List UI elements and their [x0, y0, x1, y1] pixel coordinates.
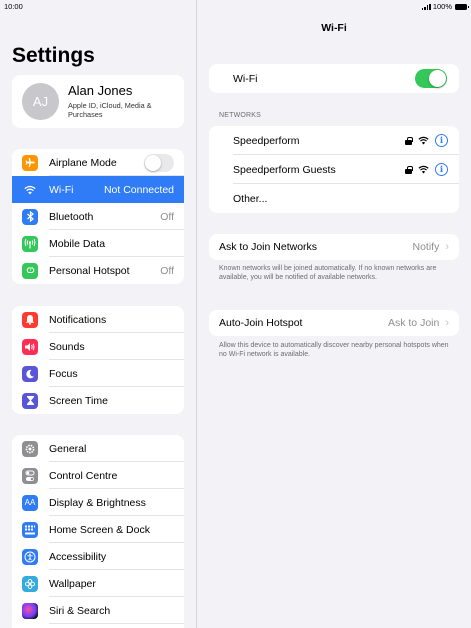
sidebar-item-focus[interactable]: Focus [12, 360, 184, 387]
sidebar-item-label: General [49, 442, 87, 455]
text-size-icon: AA [22, 494, 38, 511]
auto-join-group: Auto-Join Hotspot Ask to Join › [209, 310, 459, 336]
switches-icon [22, 467, 38, 484]
sidebar-item-wallpaper[interactable]: Wallpaper [12, 570, 184, 597]
signal-icon [421, 3, 431, 10]
sidebar-item-label: Siri & Search [49, 604, 111, 617]
sidebar-item-label: Home Screen & Dock [49, 523, 150, 536]
profile-subtitle: Apple ID, iCloud, Media & Purchases [68, 101, 152, 119]
sidebar-item-airplane-mode[interactable]: Airplane Mode [12, 149, 184, 176]
wifi-toggle[interactable] [415, 69, 447, 88]
chevron-right-icon: › [445, 317, 449, 329]
sidebar-item-label: Personal Hotspot [49, 264, 130, 277]
network-name: Speedperform Guests [233, 163, 336, 176]
ask-to-join-note: Known networks will be joined automatica… [219, 265, 437, 281]
sidebar-item-screen-time[interactable]: Screen Time [12, 387, 184, 414]
info-icon[interactable]: i [435, 163, 448, 176]
connectivity-group: Airplane Mode Wi-Fi Not Connected Blueto… [12, 149, 184, 284]
hotspot-icon [22, 262, 38, 279]
wifi-signal-icon [418, 165, 429, 174]
other-network-label: Other... [233, 192, 268, 205]
accessibility-icon [22, 548, 38, 565]
battery-icon [455, 3, 469, 10]
sidebar-item-label: Sounds [49, 340, 85, 353]
wifi-toggle-group: Wi-Fi [209, 64, 459, 93]
lock-icon [405, 165, 413, 174]
networks-list: Speedperform i Speedperform Guests i Oth… [209, 126, 459, 213]
detail-title: Wi-Fi [321, 22, 347, 34]
bluetooth-value: Off [160, 210, 174, 223]
sidebar-item-label: Accessibility [49, 550, 107, 563]
ask-to-join-value: Notify [412, 241, 440, 253]
network-row[interactable]: Speedperform Guests i [209, 155, 459, 184]
wifi-icon [22, 182, 38, 198]
sidebar-item-home-screen-dock[interactable]: Home Screen & Dock [12, 516, 184, 543]
status-right: 100% [421, 2, 469, 11]
sidebar-item-label: Focus [49, 367, 78, 380]
sidebar-item-label: Wallpaper [49, 577, 96, 590]
settings-title: Settings [12, 44, 95, 67]
auto-join-note: Allow this device to automatically disco… [219, 342, 449, 358]
sidebar-item-label: Wi-Fi [49, 183, 74, 196]
sidebar-item-wifi[interactable]: Wi-Fi Not Connected [12, 176, 184, 203]
auto-join-row[interactable]: Auto-Join Hotspot Ask to Join › [209, 310, 459, 336]
speaker-icon [22, 338, 38, 355]
other-network-row[interactable]: Other... [209, 184, 459, 213]
chevron-right-icon: › [445, 241, 449, 253]
sidebar-item-display-brightness[interactable]: AA Display & Brightness [12, 489, 184, 516]
sidebar-item-bluetooth[interactable]: Bluetooth Off [12, 203, 184, 230]
antenna-icon [22, 235, 38, 252]
general-group: General Control Centre AA Display & Brig… [12, 435, 184, 628]
sidebar-item-label: Control Centre [49, 469, 118, 482]
sidebar-item-label: Display & Brightness [49, 496, 146, 509]
lock-icon [405, 136, 413, 145]
sidebar-item-control-centre[interactable]: Control Centre [12, 462, 184, 489]
apple-id-profile[interactable]: AJ Alan Jones Apple ID, iCloud, Media & … [12, 75, 184, 128]
gear-icon [22, 440, 38, 457]
sidebar-item-mobile-data[interactable]: Mobile Data [12, 230, 184, 257]
wifi-toggle-row: Wi-Fi [209, 64, 459, 93]
airplane-icon [22, 154, 38, 171]
sidebar-item-general[interactable]: General [12, 435, 184, 462]
battery-percent: 100% [432, 2, 452, 11]
wifi-signal-icon [418, 136, 429, 145]
flower-icon [22, 575, 38, 592]
network-status-icons: i [405, 163, 448, 176]
sidebar-item-label: Bluetooth [49, 210, 94, 223]
moon-icon [22, 365, 38, 382]
profile-name: Alan Jones [68, 83, 133, 98]
ask-to-join-label: Ask to Join Networks [219, 241, 318, 253]
column-divider [196, 0, 197, 628]
networks-header: NETWORKS [219, 112, 262, 119]
sidebar-item-personal-hotspot[interactable]: Personal Hotspot Off [12, 257, 184, 284]
network-row[interactable]: Speedperform i [209, 126, 459, 155]
sidebar-item-notifications[interactable]: Notifications [12, 306, 184, 333]
hourglass-icon [22, 392, 38, 409]
wifi-toggle-label: Wi-Fi [233, 72, 258, 85]
avatar: AJ [22, 83, 59, 120]
sidebar-item-sounds[interactable]: Sounds [12, 333, 184, 360]
siri-icon [22, 602, 38, 619]
wifi-status-value: Not Connected [103, 183, 174, 196]
network-status-icons: i [405, 134, 448, 147]
bell-icon [22, 311, 38, 328]
bluetooth-icon [22, 208, 38, 225]
ask-to-join-group: Ask to Join Networks Notify › [209, 234, 459, 260]
sidebar-item-label: Screen Time [49, 394, 108, 407]
settings-sidebar: Settings AJ Alan Jones Apple ID, iCloud,… [0, 0, 196, 628]
sidebar-item-accessibility[interactable]: Accessibility [12, 543, 184, 570]
home-grid-icon [22, 521, 38, 538]
sidebar-item-label: Notifications [49, 313, 107, 326]
sidebar-item-label: Mobile Data [49, 237, 106, 250]
airplane-mode-toggle[interactable] [144, 153, 174, 172]
auto-join-label: Auto-Join Hotspot [219, 317, 303, 329]
sidebar-item-siri-search[interactable]: Siri & Search [12, 597, 184, 624]
ask-to-join-row[interactable]: Ask to Join Networks Notify › [209, 234, 459, 260]
auto-join-value: Ask to Join [387, 317, 440, 329]
sidebar-item-label: Airplane Mode [49, 156, 117, 169]
network-name: Speedperform [233, 134, 300, 147]
notifications-group: Notifications Sounds Focus Screen Time [12, 306, 184, 414]
personal-hotspot-value: Off [160, 264, 174, 277]
info-icon[interactable]: i [435, 134, 448, 147]
